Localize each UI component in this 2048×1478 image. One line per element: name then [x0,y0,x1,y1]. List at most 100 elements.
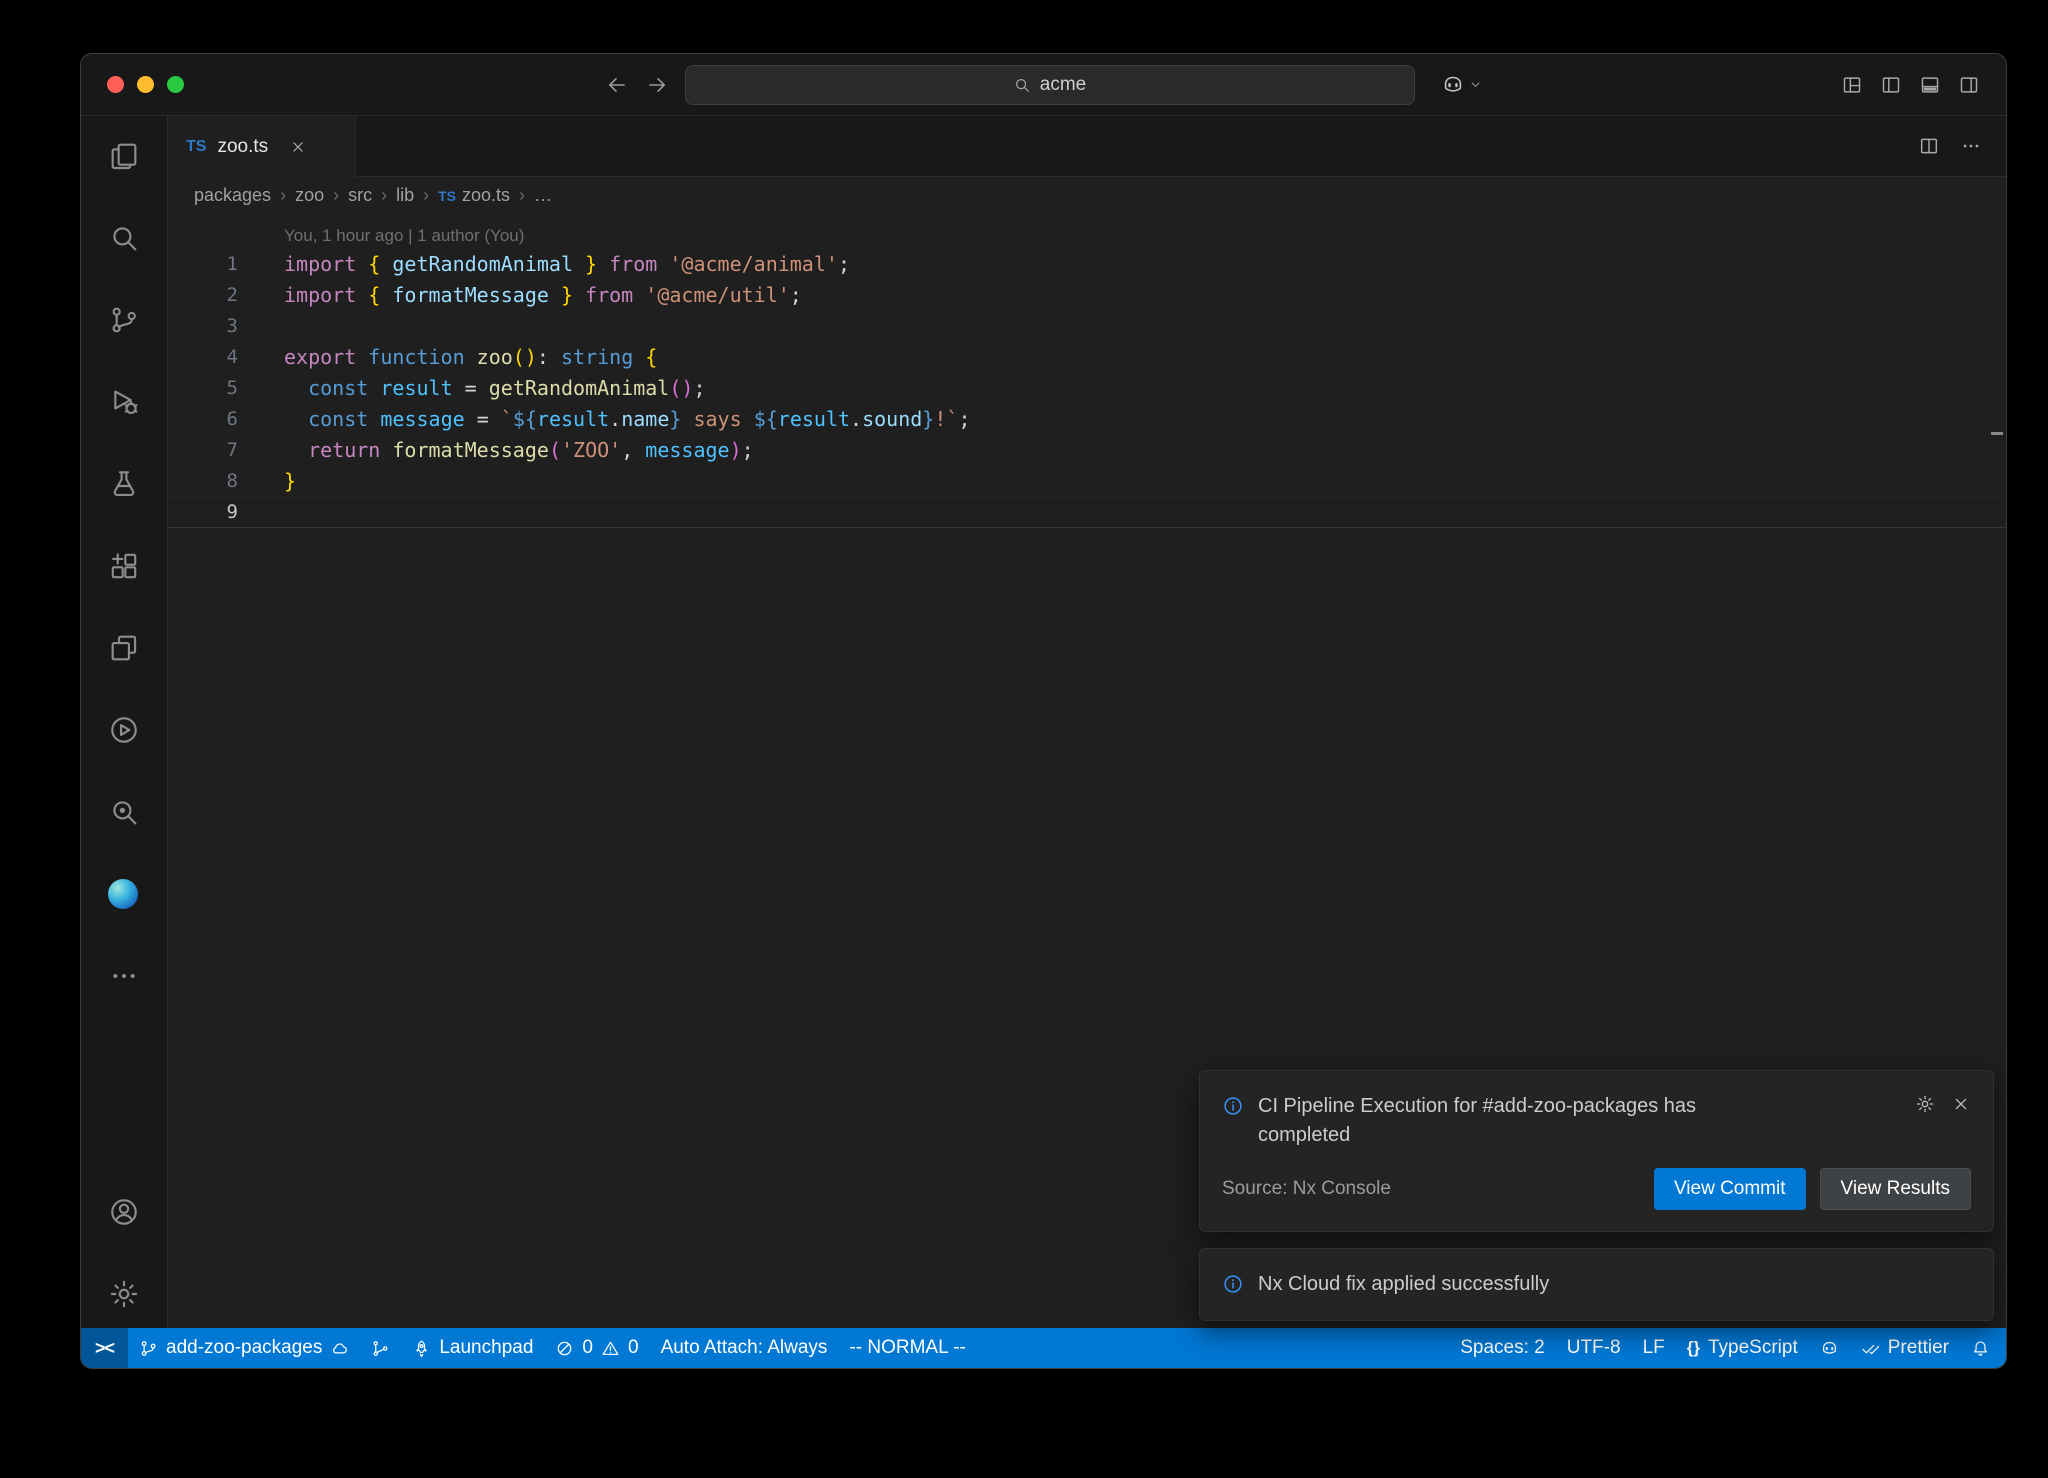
edge-tools-icon[interactable] [108,878,140,910]
settings-gear-icon[interactable] [108,1278,140,1310]
remote-windows-icon[interactable] [108,632,140,664]
gitlens-inspect-icon[interactable] [108,796,140,828]
code-text: const result = getRandomAnimal(); [238,373,706,404]
encoding-status[interactable]: UTF-8 [1556,1328,1632,1368]
tab-label: zoo.ts [217,136,268,158]
notification-ci-pipeline: CI Pipeline Execution for #add-zoo-packa… [1199,1070,1994,1232]
toggle-panel-button[interactable] [1919,74,1941,96]
code-line-2[interactable]: 2import { formatMessage } from '@acme/ut… [168,280,2006,311]
copilot-status[interactable] [1809,1328,1850,1368]
errors-count: 0 [582,1337,593,1359]
extensions-icon[interactable] [108,550,140,582]
edge-swirl-icon [108,879,138,909]
code-line-4[interactable]: 4export function zoo(): string { [168,342,2006,373]
warnings-count: 0 [628,1337,639,1359]
command-center-search[interactable]: acme [685,65,1415,105]
breadcrumb-item[interactable]: zoo [295,185,324,206]
breadcrumb-separator: › [423,185,429,206]
rocket-icon [412,1339,431,1358]
line-number: 9 [168,497,238,528]
notifications-bell[interactable] [1960,1328,2006,1368]
status-bar-left: >< add-zoo-packages Launchpad 0 [81,1328,977,1368]
zoom-window-button[interactable] [167,76,184,93]
publish-cloud-icon [330,1339,349,1358]
vim-mode-label: -- NORMAL -- [849,1337,965,1359]
search-value: acme [1040,74,1086,96]
code-line-7[interactable]: 7 return formatMessage('ZOO', message); [168,435,2006,466]
code-line-9[interactable]: 9 [168,497,2006,528]
notification-settings-icon[interactable] [1915,1094,1935,1114]
line-number: 7 [168,435,238,466]
activity-bar-bottom [108,1196,140,1310]
code-line-3[interactable]: 3 [168,311,2006,342]
notification-close-icon[interactable] [1951,1094,1971,1114]
account-icon[interactable] [108,1196,140,1228]
launchpad-label: Launchpad [439,1337,533,1359]
code-text: const message = `${result.name} says ${r… [238,404,970,435]
source-control-icon[interactable] [108,304,140,336]
toggle-secondary-sidebar-button[interactable] [1958,74,1980,96]
branch-status[interactable]: add-zoo-packages [128,1328,360,1368]
remote-icon: >< [95,1338,114,1359]
git-graph-button[interactable] [360,1328,401,1368]
split-editor-button[interactable] [1918,135,1940,157]
run-debug-icon[interactable] [108,386,140,418]
breadcrumb-item[interactable]: TSzoo.ts [438,185,510,206]
remote-indicator[interactable]: >< [81,1328,128,1368]
layout-controls [1841,74,2006,96]
formatter-status[interactable]: Prettier [1850,1328,1960,1368]
view-commit-button[interactable]: View Commit [1654,1168,1806,1210]
toggle-primary-sidebar-button[interactable] [1880,74,1902,96]
code-lines: 1import { getRandomAnimal } from '@acme/… [168,249,2006,528]
auto-attach-status[interactable]: Auto Attach: Always [650,1328,839,1368]
back-button[interactable] [605,73,629,97]
chevron-down-icon [1468,77,1483,92]
breadcrumb: packages›zoo›src›lib›TSzoo.ts›… [168,177,2006,214]
tab-bar: TS zoo.ts [168,116,2006,177]
view-results-button[interactable]: View Results [1820,1168,1971,1210]
copilot-menu-button[interactable] [1441,73,1483,97]
vim-mode-status[interactable]: -- NORMAL -- [838,1328,976,1368]
breadcrumb-item[interactable]: … [534,185,552,206]
customize-layout-button[interactable] [1841,74,1863,96]
vscode-window: acme T [80,53,2007,1369]
code-text: export function zoo(): string { [238,342,657,373]
launchpad-status[interactable]: Launchpad [401,1328,544,1368]
tab-close-icon[interactable] [289,138,307,156]
explorer-icon[interactable] [108,140,140,172]
language-status[interactable]: {} TypeScript [1676,1328,1809,1368]
git-graph-icon [371,1339,390,1358]
tab-zoo-ts[interactable]: TS zoo.ts [168,116,356,177]
code-line-5[interactable]: 5 const result = getRandomAnimal(); [168,373,2006,404]
testing-icon[interactable] [108,468,140,500]
breadcrumb-separator: › [519,185,525,206]
notification-message: Nx Cloud fix applied successfully [1258,1270,1549,1299]
typescript-icon: TS [438,188,456,204]
errors-icon [555,1339,574,1358]
minimize-window-button[interactable] [137,76,154,93]
code-line-6[interactable]: 6 const message = `${result.name} says $… [168,404,2006,435]
notification-toasts: CI Pipeline Execution for #add-zoo-packa… [1199,1070,1994,1321]
nx-console-icon[interactable] [108,714,140,746]
code-line-1[interactable]: 1import { getRandomAnimal } from '@acme/… [168,249,2006,280]
indentation-status[interactable]: Spaces: 2 [1449,1328,1556,1368]
more-views-icon[interactable] [108,960,140,992]
code-line-8[interactable]: 8} [168,466,2006,497]
eol-status[interactable]: LF [1632,1328,1676,1368]
line-number: 2 [168,280,238,311]
language-label: TypeScript [1708,1337,1798,1359]
close-window-button[interactable] [107,76,124,93]
forward-button[interactable] [645,73,669,97]
desktop-background: acme T [0,0,2048,1478]
code-text: import { formatMessage } from '@acme/uti… [238,280,802,311]
copilot-icon [1441,73,1465,97]
git-blame-lens[interactable]: You, 1 hour ago | 1 author (You) [284,222,2006,249]
search-icon[interactable] [108,222,140,254]
more-actions-button[interactable] [1960,135,1982,157]
breadcrumb-item[interactable]: src [348,185,372,206]
breadcrumb-item[interactable]: packages [194,185,271,206]
breadcrumb-item[interactable]: lib [396,185,414,206]
breadcrumb-separator: › [333,185,339,206]
braces-icon: {} [1687,1338,1700,1358]
problems-status[interactable]: 0 0 [544,1328,649,1368]
